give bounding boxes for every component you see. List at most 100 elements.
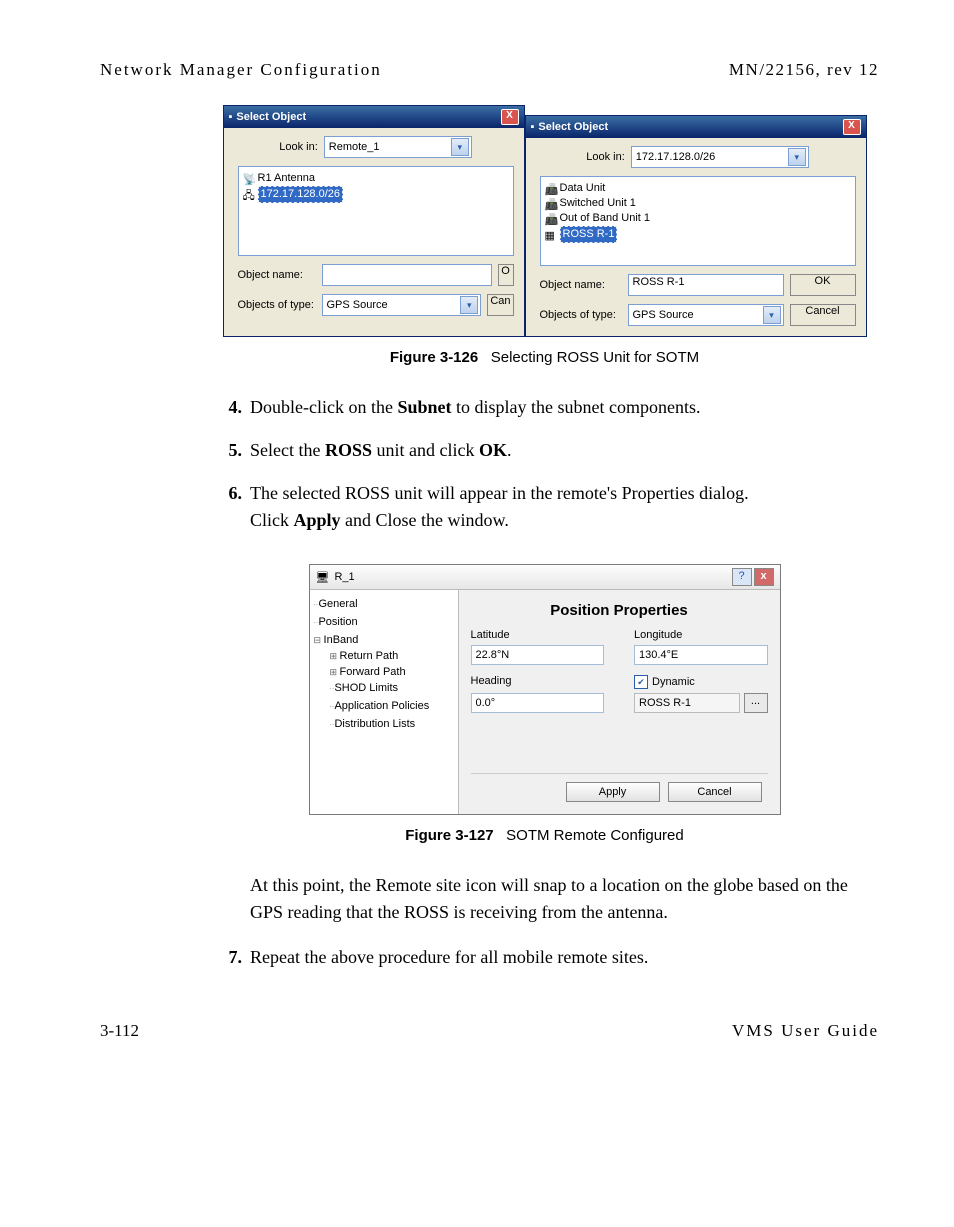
- tree-area[interactable]: 📡 R1 Antenna 🖧 172.17.128.0/26: [238, 166, 514, 256]
- header-right: MN/22156, rev 12: [729, 60, 879, 80]
- nav-position[interactable]: Position: [314, 614, 454, 632]
- tree-item[interactable]: 📡 R1 Antenna: [243, 171, 509, 186]
- lookin-dropdown[interactable]: 172.17.128.0/26 ▾: [631, 146, 809, 168]
- device-icon: 📠: [545, 213, 557, 225]
- objects-of-type-dropdown[interactable]: GPS Source ▾: [322, 294, 482, 316]
- latitude-label: Latitude: [471, 629, 605, 641]
- props-titlebar: 🖥 R_1 ? x: [310, 565, 780, 590]
- nav-inband[interactable]: InBand: [314, 632, 454, 648]
- tree-item[interactable]: 🖧 172.17.128.0/26: [243, 186, 509, 203]
- device-icon: 📠: [545, 183, 557, 195]
- nav-application-policies[interactable]: Application Policies: [330, 698, 454, 716]
- latitude-input[interactable]: 22.8°N: [471, 645, 605, 665]
- heading-label: Heading: [471, 675, 605, 689]
- props-heading: Position Properties: [471, 602, 768, 619]
- props-title-text: R_1: [334, 571, 354, 583]
- heading-input[interactable]: 0.0°: [471, 693, 605, 713]
- tree-item[interactable]: 📠 Out of Band Unit 1: [545, 211, 851, 226]
- tree-area[interactable]: 📠 Data Unit 📠 Switched Unit 1 📠 Out of B…: [540, 176, 856, 266]
- steps-list: 4. Double-click on the Subnet to display…: [220, 394, 869, 534]
- close-icon[interactable]: X: [501, 109, 519, 125]
- window-icon: 🖥: [316, 571, 330, 584]
- apply-button[interactable]: Apply: [566, 782, 660, 802]
- tree-item-label: Data Unit: [560, 181, 606, 196]
- lookin-label: Look in:: [279, 141, 318, 153]
- objects-of-type-value: GPS Source: [327, 299, 388, 311]
- properties-nav-tree[interactable]: General Position InBand Return Path Forw…: [310, 590, 459, 814]
- tree-item[interactable]: 📠 Data Unit: [545, 181, 851, 196]
- figure-126-caption: Figure 3-126 Selecting ROSS Unit for SOT…: [220, 349, 869, 366]
- steps-list-2: 7. Repeat the above procedure for all mo…: [220, 944, 869, 971]
- ross-field: ROSS R-1: [634, 693, 740, 713]
- figure-126: ▪ Select Object X Look in: Remote_1 ▾: [220, 105, 869, 337]
- lookin-label: Look in:: [586, 151, 625, 163]
- tree-item-label: R1 Antenna: [258, 171, 316, 186]
- longitude-label: Longitude: [634, 629, 768, 641]
- ok-button[interactable]: OK: [790, 274, 856, 296]
- lookin-dropdown[interactable]: Remote_1 ▾: [324, 136, 472, 158]
- chevron-down-icon[interactable]: ▾: [451, 138, 469, 156]
- ok-button[interactable]: O: [498, 264, 514, 286]
- objects-of-type-label: Objects of type:: [540, 309, 622, 321]
- step-4: 4. Double-click on the Subnet to display…: [220, 394, 869, 421]
- dialog2-titlebar: ▪ Select Object X: [526, 116, 866, 138]
- lookin-value: Remote_1: [329, 141, 380, 153]
- objects-of-type-label: Objects of type:: [238, 299, 316, 311]
- objects-of-type-value: GPS Source: [633, 309, 694, 321]
- cancel-button[interactable]: Cancel: [668, 782, 762, 802]
- close-icon[interactable]: X: [843, 119, 861, 135]
- object-name-input[interactable]: [322, 264, 492, 286]
- cancel-button[interactable]: Cancel: [790, 304, 856, 326]
- object-name-input[interactable]: ROSS R-1: [628, 274, 784, 296]
- footer-guide-title: VMS User Guide: [732, 1021, 879, 1041]
- tree-item-label: Switched Unit 1: [560, 196, 636, 211]
- tree-item-label: ROSS R-1: [560, 226, 618, 243]
- dynamic-label: Dynamic: [652, 676, 695, 688]
- object-name-label: Object name:: [540, 279, 622, 291]
- body-paragraph: At this point, the Remote site icon will…: [250, 872, 869, 926]
- browse-button[interactable]: ...: [744, 693, 768, 713]
- step-6: 6. The selected ROSS unit will appear in…: [220, 480, 869, 534]
- window-icon: ▪: [229, 111, 233, 123]
- tree-item-label: 172.17.128.0/26: [258, 186, 344, 203]
- nav-shod-limits[interactable]: SHOD Limits: [330, 680, 454, 698]
- step-number: 4.: [220, 394, 242, 421]
- step-number: 5.: [220, 437, 242, 464]
- nav-forward-path[interactable]: Forward Path: [330, 664, 454, 680]
- window-icon: ▪: [531, 121, 535, 133]
- chevron-down-icon[interactable]: ▾: [460, 296, 478, 314]
- help-icon[interactable]: ?: [732, 568, 752, 586]
- step-number: 6.: [220, 480, 242, 534]
- lookin-value: 172.17.128.0/26: [636, 151, 716, 163]
- dialog1-title: Select Object: [236, 111, 306, 123]
- step-5: 5. Select the ROSS unit and click OK.: [220, 437, 869, 464]
- select-object-dialog-1: ▪ Select Object X Look in: Remote_1 ▾: [223, 105, 525, 337]
- close-icon[interactable]: x: [754, 568, 774, 586]
- step-number: 7.: [220, 944, 242, 971]
- checkbox-checked-icon[interactable]: ✔: [634, 675, 648, 689]
- dynamic-checkbox-row[interactable]: ✔ Dynamic: [634, 675, 768, 689]
- step-7: 7. Repeat the above procedure for all mo…: [220, 944, 869, 971]
- nav-general[interactable]: General: [314, 596, 454, 614]
- dialog1-titlebar: ▪ Select Object X: [224, 106, 524, 128]
- object-name-label: Object name:: [238, 269, 316, 281]
- tree-item-label: Out of Band Unit 1: [560, 211, 651, 226]
- chevron-down-icon[interactable]: ▾: [763, 306, 781, 324]
- chevron-down-icon[interactable]: ▾: [788, 148, 806, 166]
- tree-item[interactable]: 📠 Switched Unit 1: [545, 196, 851, 211]
- select-object-dialog-2: ▪ Select Object X Look in: 172.17.128.0/…: [525, 115, 867, 337]
- ross-icon: ▦: [545, 229, 557, 241]
- subnet-icon: 🖧: [243, 189, 255, 201]
- footer-page-number: 3-112: [100, 1021, 139, 1041]
- tree-item[interactable]: ▦ ROSS R-1: [545, 226, 851, 243]
- antenna-icon: 📡: [243, 173, 255, 185]
- position-properties-dialog: 🖥 R_1 ? x General Position InBand Return…: [309, 564, 781, 815]
- header-left: Network Manager Configuration: [100, 60, 382, 80]
- figure-127-caption: Figure 3-127 SOTM Remote Configured: [220, 827, 869, 844]
- objects-of-type-dropdown[interactable]: GPS Source ▾: [628, 304, 784, 326]
- nav-distribution-lists[interactable]: Distribution Lists: [330, 716, 454, 734]
- cancel-button[interactable]: Can: [487, 294, 513, 316]
- dialog2-title: Select Object: [538, 121, 608, 133]
- longitude-input[interactable]: 130.4°E: [634, 645, 768, 665]
- nav-return-path[interactable]: Return Path: [330, 648, 454, 664]
